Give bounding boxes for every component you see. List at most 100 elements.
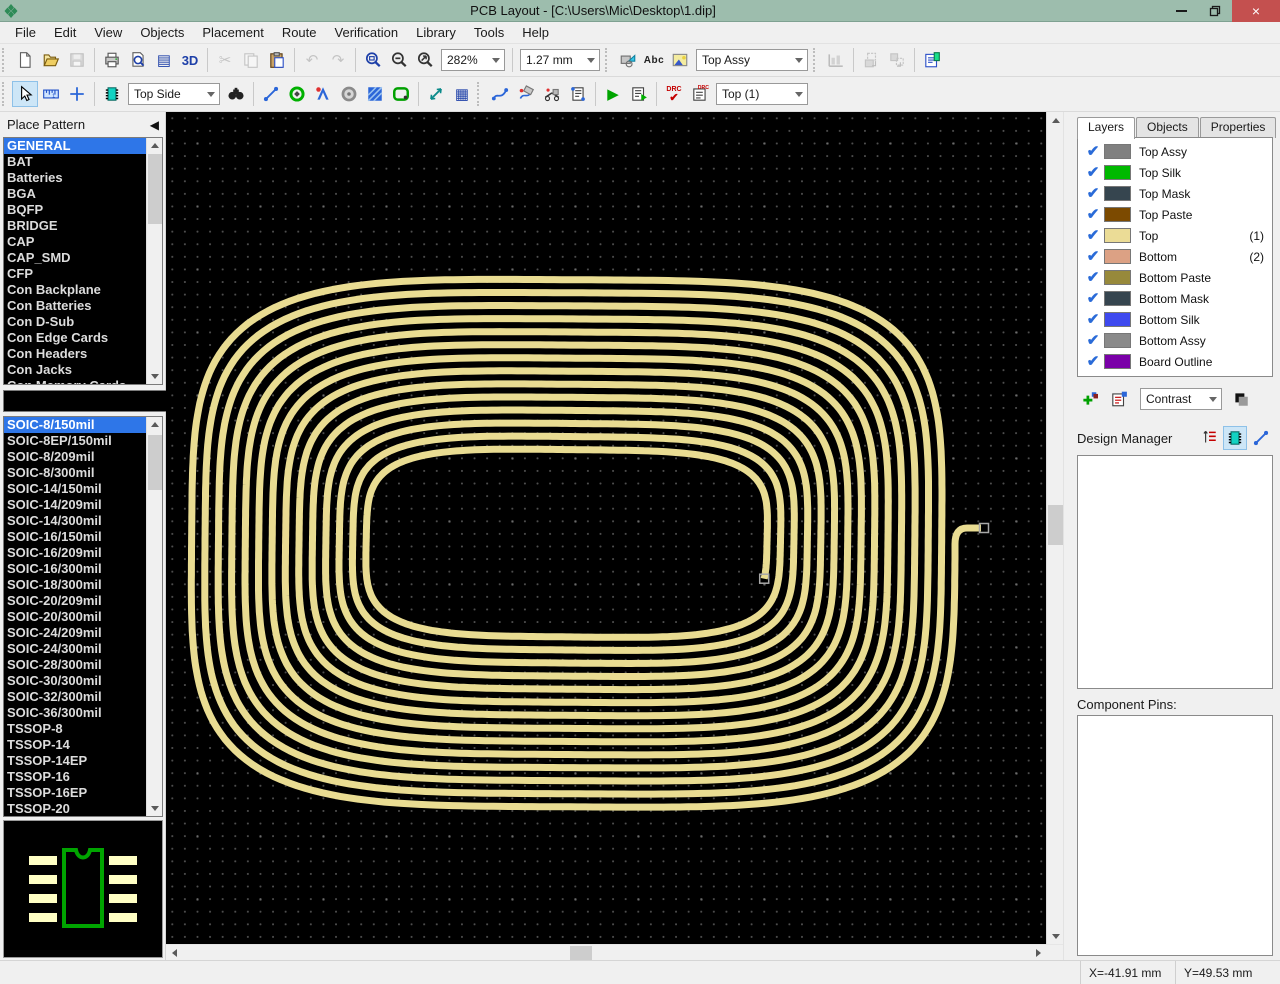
pattern-list-item[interactable]: SOIC-28/300mil [4, 657, 146, 673]
find-component-icon[interactable] [223, 81, 249, 107]
autorouter-setup-icon[interactable] [626, 81, 652, 107]
category-list-item[interactable]: BRIDGE [4, 218, 146, 234]
pattern-list-item[interactable]: SOIC-14/150mil [4, 481, 146, 497]
category-list-item[interactable]: Con Backplane [4, 282, 146, 298]
layer-color-swatch[interactable] [1104, 207, 1131, 222]
pattern-list-item[interactable]: TSSOP-14EP [4, 753, 146, 769]
component-pins-list[interactable] [1077, 715, 1273, 956]
category-list-item[interactable]: Con Edge Cards [4, 330, 146, 346]
scroll-left-icon[interactable] [166, 945, 182, 961]
chevron-down-icon[interactable] [582, 50, 599, 70]
titles-sheet-icon[interactable]: ▤ [151, 47, 177, 73]
category-list-item[interactable]: BQFP [4, 202, 146, 218]
save-icon[interactable] [64, 47, 90, 73]
pattern-list[interactable]: SOIC-8/150milSOIC-8EP/150milSOIC-8/209mi… [4, 417, 146, 816]
category-list-item[interactable]: CAP_SMD [4, 250, 146, 266]
paste-icon[interactable] [264, 47, 290, 73]
scroll-down-icon[interactable] [1047, 928, 1064, 944]
view-3d-icon[interactable]: 3D [177, 47, 203, 73]
category-list-item[interactable]: Con Memory Cards [4, 378, 146, 384]
pattern-list-item[interactable]: TSSOP-8 [4, 721, 146, 737]
update-all-patterns-icon[interactable] [884, 47, 910, 73]
pcb-canvas[interactable] [166, 112, 1046, 944]
layer-row[interactable]: ✔ Bottom Paste [1080, 267, 1270, 288]
category-list-scrollbar[interactable] [146, 138, 162, 384]
update-pattern-icon[interactable] [858, 47, 884, 73]
layer-visible-checkbox[interactable]: ✔ [1082, 207, 1104, 223]
layer-visible-checkbox[interactable]: ✔ [1082, 144, 1104, 160]
menu-help[interactable]: Help [513, 23, 558, 42]
menu-verification[interactable]: Verification [326, 23, 408, 42]
scroll-up-icon[interactable] [147, 138, 163, 153]
category-list-item[interactable]: BGA [4, 186, 146, 202]
layer-row[interactable]: ✔ Bottom (2) [1080, 246, 1270, 267]
scroll-up-icon[interactable] [147, 417, 163, 432]
menu-library[interactable]: Library [407, 23, 465, 42]
pattern-list-item[interactable]: SOIC-8/150mil [4, 417, 146, 433]
menu-file[interactable]: File [6, 23, 45, 42]
place-trace-icon[interactable] [258, 81, 284, 107]
board-side-select[interactable]: Top Side [128, 83, 220, 105]
pointer-tool[interactable] [12, 81, 38, 107]
layer-color-swatch[interactable] [1104, 270, 1131, 285]
place-component-icon[interactable] [99, 81, 125, 107]
layer-row[interactable]: ✔ Top Paste [1080, 204, 1270, 225]
pattern-properties-icon[interactable] [919, 47, 945, 73]
pattern-list-item[interactable]: SOIC-20/209mil [4, 593, 146, 609]
pattern-list-item[interactable]: SOIC-18/300mil [4, 577, 146, 593]
add-layer-icon[interactable] [1077, 387, 1101, 411]
pattern-list-item[interactable]: SOIC-24/209mil [4, 625, 146, 641]
place-copper-text-icon[interactable] [310, 81, 336, 107]
pattern-list-item[interactable]: SOIC-20/300mil [4, 609, 146, 625]
category-list-item[interactable]: BAT [4, 154, 146, 170]
zoom-window-icon[interactable] [360, 47, 386, 73]
tab-objects[interactable]: Objects [1136, 117, 1199, 138]
layer-visible-checkbox[interactable]: ✔ [1082, 249, 1104, 265]
layer-display-icon[interactable] [1229, 387, 1253, 411]
pattern-list-item[interactable]: SOIC-16/300mil [4, 561, 146, 577]
place-picture-icon[interactable] [667, 47, 693, 73]
zoom-out-icon[interactable] [386, 47, 412, 73]
zoom-level-select[interactable]: 282% [441, 49, 505, 71]
category-list-item[interactable]: Batteries [4, 170, 146, 186]
toolbar-grip[interactable] [2, 48, 10, 72]
unroute-net-icon[interactable] [539, 81, 565, 107]
chevron-down-icon[interactable] [202, 84, 219, 104]
chevron-down-icon[interactable] [790, 84, 807, 104]
menu-edit[interactable]: Edit [45, 23, 85, 42]
zoom-extents-icon[interactable] [412, 47, 438, 73]
pattern-list-item[interactable]: SOIC-36/300mil [4, 705, 146, 721]
layer-row[interactable]: ✔ Top (1) [1080, 225, 1270, 246]
layer-color-swatch[interactable] [1104, 186, 1131, 201]
toolbar-grip[interactable] [477, 82, 485, 106]
pattern-list-item[interactable]: SOIC-14/300mil [4, 513, 146, 529]
chevron-down-icon[interactable] [1204, 389, 1221, 409]
pattern-list-item[interactable]: SOIC-16/209mil [4, 545, 146, 561]
layer-row[interactable]: ✔ Bottom Silk [1080, 309, 1270, 330]
toolbar-grip[interactable] [2, 82, 10, 106]
pattern-list-item[interactable]: SOIC-8/300mil [4, 465, 146, 481]
category-list-item[interactable]: Con Jacks [4, 362, 146, 378]
category-list-item[interactable]: Con D-Sub [4, 314, 146, 330]
run-autorouter-icon[interactable]: ▶ [600, 81, 626, 107]
restore-button[interactable] [1198, 0, 1232, 22]
scroll-down-icon[interactable] [147, 369, 163, 384]
components-filter-icon[interactable] [1223, 426, 1247, 450]
copy-icon[interactable] [238, 47, 264, 73]
category-list-item[interactable]: Con Batteries [4, 298, 146, 314]
measure-distance-icon[interactable] [423, 81, 449, 107]
menu-route[interactable]: Route [273, 23, 326, 42]
measure-tool[interactable]: 1 [38, 81, 64, 107]
layer-color-swatch[interactable] [1104, 354, 1131, 369]
align-patterns-icon[interactable] [823, 47, 849, 73]
menu-tools[interactable]: Tools [465, 23, 513, 42]
scroll-right-icon[interactable] [1030, 945, 1046, 961]
layer-color-swatch[interactable] [1104, 144, 1131, 159]
menu-placement[interactable]: Placement [193, 23, 272, 42]
layer-row[interactable]: ✔ Board Outline [1080, 351, 1270, 372]
open-file-icon[interactable] [38, 47, 64, 73]
table-icon[interactable]: ▦ [449, 81, 475, 107]
design-manager-list[interactable] [1077, 455, 1273, 689]
route-manual-icon[interactable] [487, 81, 513, 107]
contrast-mode-select[interactable]: Contrast [1140, 388, 1222, 410]
